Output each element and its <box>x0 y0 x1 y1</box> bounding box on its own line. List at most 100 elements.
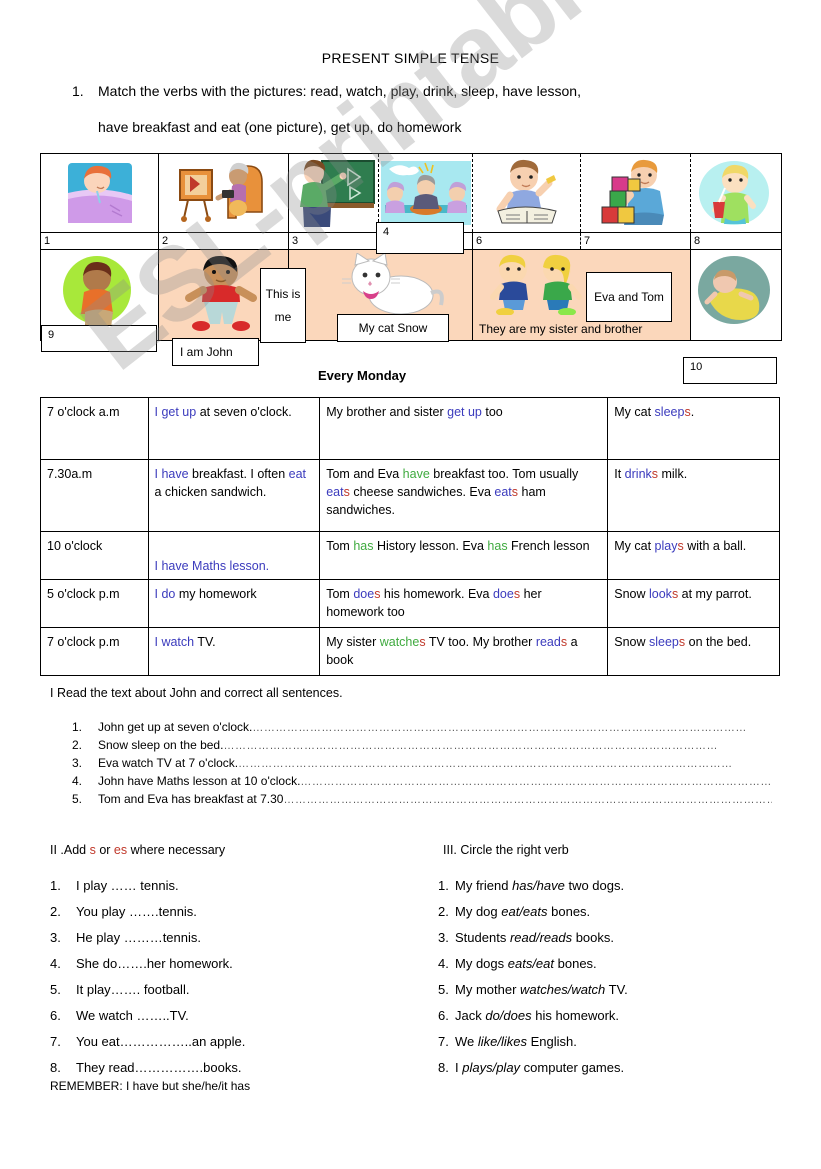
verb-run: drink <box>624 467 652 481</box>
cell-cat-5: Snow sleeps on the bed. <box>607 627 780 676</box>
verb-run: has <box>487 539 508 553</box>
verb-run: on the bed. <box>685 635 752 649</box>
section1-list: 1. John get up at seven o'clock. …………………… <box>72 720 772 810</box>
list-item: 2. My dog eat/eats bones. <box>438 904 808 919</box>
picture-cell-8-drinking[interactable] <box>691 154 777 232</box>
verb-run: have <box>161 558 189 573</box>
verb-run: French lesson <box>507 539 590 553</box>
cell-time-4: 5 o'clock p.m <box>40 579 149 628</box>
picture-cell-5-family-dinner[interactable] <box>379 154 473 232</box>
cell-time-5: 7 o'clock p.m <box>40 627 149 676</box>
list-item: 7. You eat……………..an apple. <box>50 1034 410 1049</box>
answer-line[interactable]: …………………………………………………………………………………………………………… <box>283 794 772 806</box>
verb-run: a chicken sandwich. <box>154 485 267 500</box>
verb-run: play <box>654 539 678 553</box>
item-text[interactable]: I play …… tennis. <box>76 878 179 893</box>
picture-number-box-4: 4 <box>376 222 464 254</box>
verb-run: do <box>161 587 176 601</box>
item-number: 4. <box>438 956 449 971</box>
picture-cell-3-teacher[interactable] <box>289 154 379 232</box>
verb-run: watche <box>379 635 420 649</box>
list-item: 7. We like/likes English. <box>438 1034 808 1049</box>
cell-others-3: Tom has History lesson. Eva has French l… <box>319 531 609 580</box>
item-text[interactable]: We watch ……..TV. <box>76 1008 189 1023</box>
item-text[interactable]: My friend has/have two dogs. <box>455 878 624 893</box>
answer-line[interactable]: …………………………………………………………………………………………………………… <box>252 722 772 734</box>
verb-run: My cat <box>614 539 655 553</box>
picture-cell-7-playing-blocks[interactable] <box>581 154 691 232</box>
item-text[interactable]: It play……. football. <box>76 982 189 997</box>
verb-run: Snow <box>614 587 649 601</box>
item-text[interactable]: He play ………tennis. <box>76 930 201 945</box>
verb-run: sleep <box>649 635 679 649</box>
item-number: 1. <box>438 878 449 893</box>
item-post: his homework. <box>531 1008 620 1023</box>
verb-run: Maths lesson. <box>188 558 270 573</box>
item-text[interactable]: They read…………….books. <box>76 1060 241 1075</box>
item-text: Snow sleep on the bed. <box>98 738 224 752</box>
item-post: books. <box>572 930 615 945</box>
picture-cell-6-reading-eating[interactable] <box>473 154 581 232</box>
item-text[interactable]: My dog eat/eats bones. <box>455 904 590 919</box>
section3-heading: III. Circle the right verb <box>443 843 569 857</box>
item-text[interactable]: We like/likes English. <box>455 1034 577 1049</box>
picture-cell-2-grandma-tv[interactable] <box>159 154 289 232</box>
picture-number-box-9: 9 <box>41 325 157 352</box>
verb-run: My cat <box>614 405 655 419</box>
item-text[interactable]: My mother watches/watch TV. <box>455 982 628 997</box>
table-row: 7 o'clock p.m I watch TV. My sister watc… <box>40 627 780 676</box>
cell-others-1: My brother and sister get up too <box>319 397 609 460</box>
cell-cat-3: My cat plays with a ball. <box>607 531 780 580</box>
remember-note: REMEMBER: I have but she/he/it has <box>50 1079 251 1093</box>
section2-heading-mid: or <box>95 843 114 857</box>
answer-line[interactable]: …………………………………………………………………………………………………………… <box>223 740 772 752</box>
list-item: 1. I play …… tennis. <box>50 878 410 893</box>
verb-choice[interactable]: like/likes <box>478 1034 527 1049</box>
verb-run: My brother and sister <box>326 405 448 419</box>
item-text[interactable]: My dogs eats/eat bones. <box>455 956 597 971</box>
item-text: Eva watch TV at 7 o'clock. <box>98 756 239 770</box>
item-text[interactable]: You eat……………..an apple. <box>76 1034 245 1049</box>
section1-heading: I Read the text about John and correct a… <box>50 686 343 700</box>
item-text[interactable]: She do…….her homework. <box>76 956 233 971</box>
page-title: PRESENT SIMPLE TENSE <box>321 50 500 66</box>
list-item: 8. I plays/play computer games. <box>438 1060 808 1075</box>
sleeping-person-icon <box>698 256 770 324</box>
verb-choice[interactable]: plays/play <box>462 1060 520 1075</box>
cell-cat-4: Snow looks at my parrot. <box>607 579 780 628</box>
answer-line[interactable]: …………………………………………………………………………………………………………… <box>238 758 772 770</box>
verb-choice[interactable]: has/have <box>512 878 565 893</box>
verb-run: get up <box>161 405 197 419</box>
verb-choice[interactable]: watches/watch <box>520 982 605 997</box>
verb-run: breakfast. I often <box>188 467 289 481</box>
list-item: 6. Jack do/does his homework. <box>438 1008 808 1023</box>
verb-choice[interactable]: read/reads <box>510 930 572 945</box>
verb-run: milk. <box>658 467 688 481</box>
picture-cell-10-sleeping-dog[interactable] <box>691 250 777 340</box>
verb-choice[interactable]: eat/eats <box>501 904 547 919</box>
list-item: 5. My mother watches/watch TV. <box>438 982 808 997</box>
item-text[interactable]: You play …….tennis. <box>76 904 197 919</box>
item-number: 2. <box>438 904 449 919</box>
verb-choice[interactable]: do/does <box>485 1008 531 1023</box>
picture-cell-1-sleeping[interactable] <box>41 154 159 232</box>
item-number: 4. <box>72 774 83 788</box>
label-eva-and-tom: Eva and Tom <box>586 272 672 322</box>
verb-run: Tom <box>326 539 354 553</box>
verb-run: doe <box>353 587 375 601</box>
item-number: 3. <box>438 930 449 945</box>
item-text[interactable]: Students read/reads books. <box>455 930 614 945</box>
item-text[interactable]: Jack do/does his homework. <box>455 1008 619 1023</box>
item-text[interactable]: I plays/play computer games. <box>455 1060 624 1075</box>
verb-run: with a ball. <box>683 539 747 553</box>
answer-line[interactable]: …………………………………………………………………………………………………………… <box>300 776 772 788</box>
picture-number-6: 6 <box>473 233 581 249</box>
task1-text-line1: Match the verbs with the pictures: read,… <box>98 83 581 99</box>
verb-run: . <box>690 405 695 419</box>
verb-choice[interactable]: eats/eat <box>508 956 554 971</box>
verb-run: at my parrot. <box>678 587 752 601</box>
verb-run: It <box>614 467 625 481</box>
verb-run: Snow <box>614 635 649 649</box>
task1-number: 1. <box>72 83 84 99</box>
section2-list: 1. I play …… tennis. 2. You play …….tennis… <box>50 878 410 1086</box>
